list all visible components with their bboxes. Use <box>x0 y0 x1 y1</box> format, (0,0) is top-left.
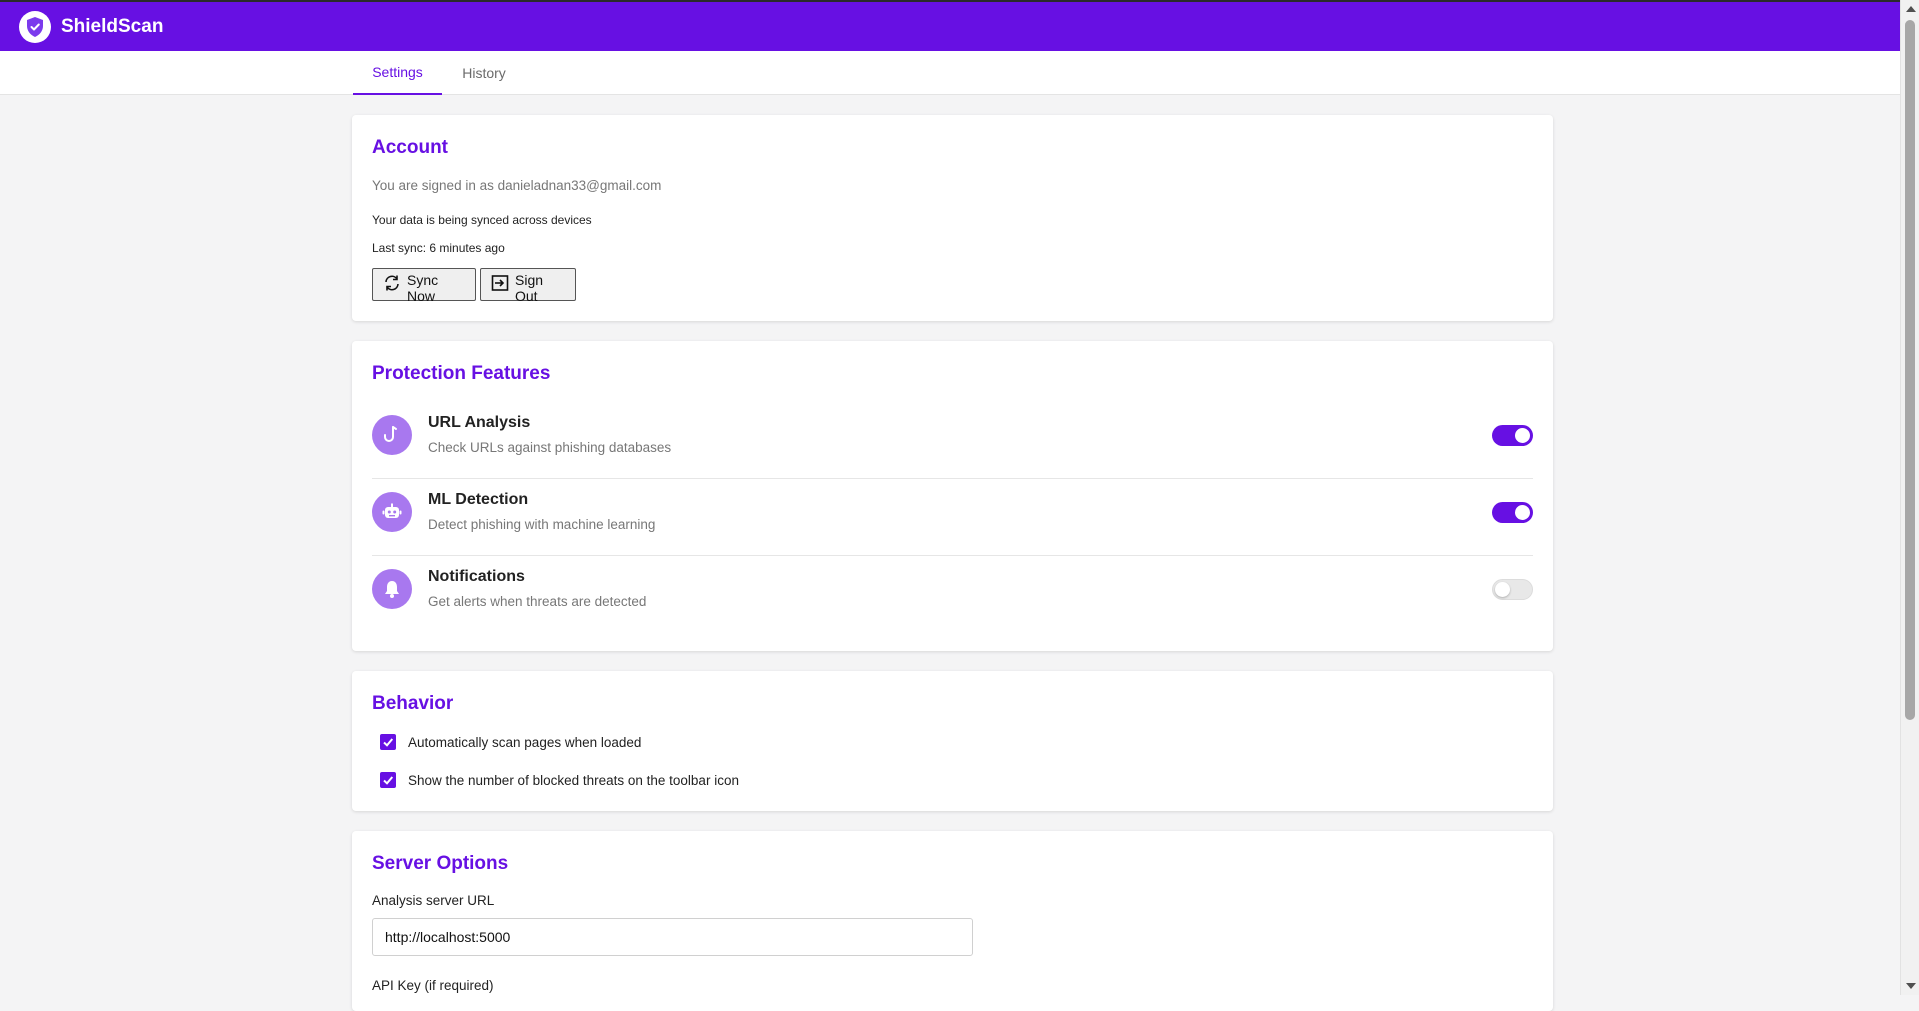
url-analysis-toggle[interactable] <box>1492 425 1533 446</box>
auto-scan-option: Automatically scan pages when loaded <box>380 734 641 750</box>
feature-description: Check URLs against phishing databases <box>428 440 672 455</box>
ml-detection-toggle[interactable] <box>1492 502 1533 523</box>
scroll-up-arrow-icon[interactable] <box>1906 6 1916 12</box>
server-options-title: Server Options <box>372 853 509 874</box>
auto-scan-label: Automatically scan pages when loaded <box>408 734 642 750</box>
behavior-title: Behavior <box>372 693 454 714</box>
account-card: Account You are signed in as danieladnan… <box>352 115 1553 321</box>
tab-bar: Settings History <box>0 51 1900 95</box>
feature-notifications: Notifications Get alerts when threats ar… <box>372 556 1533 633</box>
app-title: ShieldScan <box>61 15 164 37</box>
sync-now-label: Sync Now <box>407 272 439 304</box>
shield-check-icon <box>19 10 51 43</box>
hook-icon <box>372 415 412 455</box>
scrollbar-thumb[interactable] <box>1905 20 1915 720</box>
badge-count-label: Show the number of blocked threats on th… <box>408 772 739 788</box>
app-header: ShieldScan <box>0 0 1900 51</box>
notifications-toggle[interactable] <box>1492 579 1533 600</box>
last-sync-text: Last sync: 6 minutes ago <box>372 241 505 255</box>
bell-icon <box>372 569 412 609</box>
server-options-card: Server Options Analysis server URL API K… <box>352 831 1553 1011</box>
sync-now-button[interactable]: Sync Now <box>372 268 476 304</box>
tab-settings[interactable]: Settings <box>353 51 442 95</box>
tab-history[interactable]: History <box>452 51 516 95</box>
signed-in-text: You are signed in as danieladnan33@gmail… <box>372 178 662 193</box>
server-url-input[interactable] <box>372 918 973 956</box>
sign-out-label: Sign Out <box>515 272 544 304</box>
feature-description: Get alerts when threats are detected <box>428 594 647 609</box>
feature-name: ML Detection <box>428 491 529 508</box>
robot-icon <box>372 492 412 532</box>
sync-status-text: Your data is being synced across devices <box>372 213 592 227</box>
page-scrollbar[interactable] <box>1900 0 1919 995</box>
sign-out-icon <box>491 274 509 295</box>
feature-name: Notifications <box>428 568 525 585</box>
badge-count-checkbox[interactable] <box>380 772 396 788</box>
behavior-card: Behavior Automatically scan pages when l… <box>352 671 1553 811</box>
sync-icon <box>383 274 401 295</box>
feature-ml-detection: ML Detection Detect phishing with machin… <box>372 479 1533 556</box>
sign-out-button[interactable]: Sign Out <box>480 268 576 304</box>
badge-count-option: Show the number of blocked threats on th… <box>380 772 739 788</box>
feature-name: URL Analysis <box>428 414 531 431</box>
auto-scan-checkbox[interactable] <box>380 734 396 750</box>
protection-title: Protection Features <box>372 363 551 384</box>
scroll-down-arrow-icon[interactable] <box>1906 983 1916 989</box>
account-title: Account <box>372 137 448 158</box>
feature-description: Detect phishing with machine learning <box>428 517 656 532</box>
protection-card: Protection Features URL Analysis Check U… <box>352 341 1553 651</box>
server-url-label: Analysis server URL <box>372 893 495 908</box>
feature-url-analysis: URL Analysis Check URLs against phishing… <box>372 402 1533 479</box>
api-key-label: API Key (if required) <box>372 978 494 993</box>
